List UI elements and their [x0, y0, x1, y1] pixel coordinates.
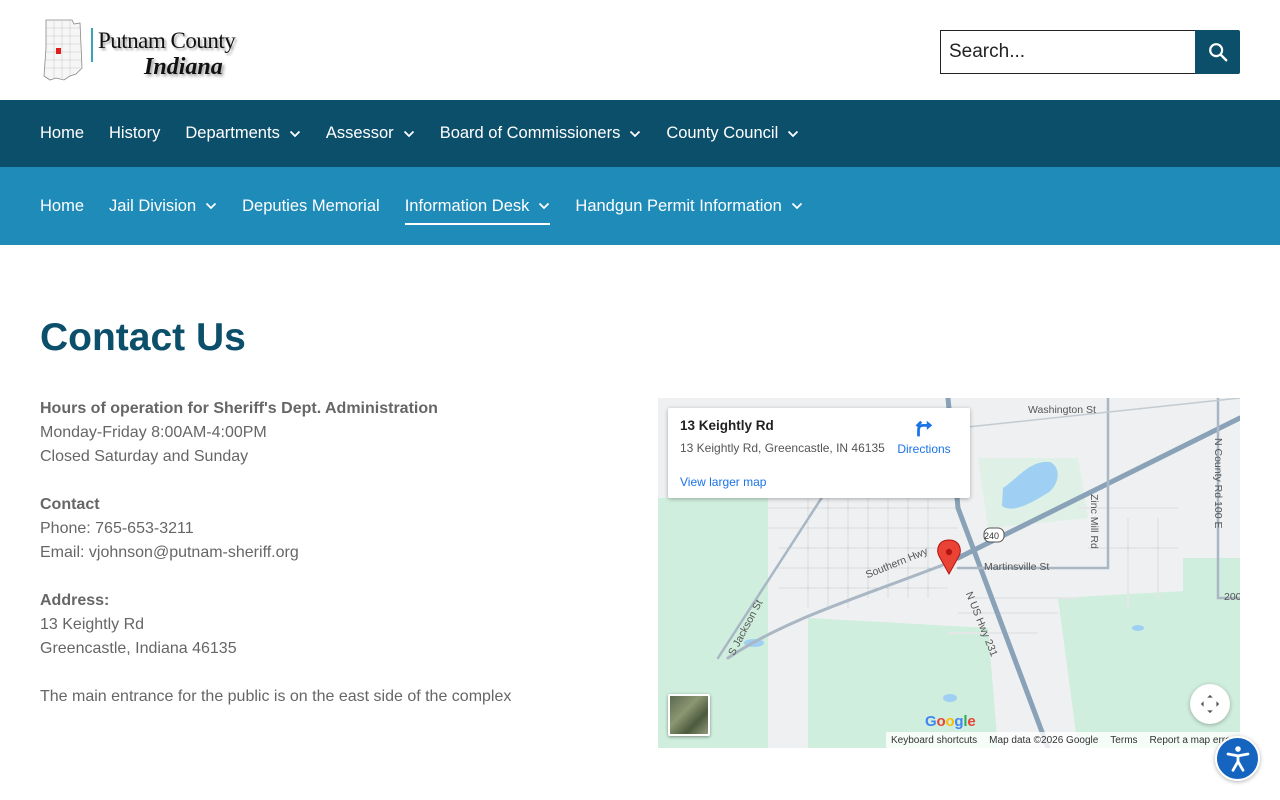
search-form [940, 30, 1240, 74]
nav_secondary-item-handgun-permit-information[interactable]: Handgun Permit Information [575, 191, 802, 221]
chevron-down-icon [538, 202, 550, 210]
entrance-note: The main entrance for the public is on t… [40, 688, 512, 705]
logo-divider [91, 28, 93, 62]
directions-button[interactable]: Directions [894, 418, 954, 456]
hours-weekend: Closed Saturday and Sunday [40, 448, 249, 465]
map-data-text: Map data ©2026 Google [989, 734, 1099, 746]
fullscreen-button[interactable] [1190, 684, 1230, 724]
keyboard-shortcuts-link[interactable]: Keyboard shortcuts [891, 735, 977, 746]
search-input[interactable] [940, 30, 1196, 74]
nav_primary-item-departments[interactable]: Departments [185, 119, 300, 149]
indiana-map-icon [43, 19, 83, 81]
satellite-toggle-button[interactable] [668, 694, 710, 736]
site-logo[interactable]: Putnam County Indiana [42, 16, 236, 84]
nav_primary-item-label: Assessor [325, 124, 394, 142]
county-rd-label: N County Rd 100 E [1212, 438, 1224, 529]
martinsville-st-label: Martinsville St [984, 561, 1050, 573]
nav_primary-item-label: Home [40, 124, 85, 142]
chevron-down-icon [205, 202, 217, 210]
primary-nav: Home History Departments Assessor Board of C… [0, 100, 1280, 167]
nav_secondary-item-label: Handgun Permit Information [575, 196, 782, 215]
nav_primary-item-county-council[interactable]: County Council [666, 119, 799, 149]
address-heading: Address: [40, 592, 110, 609]
chevron-down-icon [629, 130, 641, 138]
nav_primary-item-assessor[interactable]: Assessor [326, 119, 415, 149]
nav_secondary-item-label: Information Desk [404, 196, 530, 215]
nav_secondary-item-label: Home [40, 196, 85, 215]
chevron-down-icon [787, 130, 799, 138]
map-footer: Keyboard shortcuts Map data ©2026 Google… [886, 732, 1240, 748]
fullscreen-icon [1200, 694, 1220, 714]
nav_secondary-item-deputies-memorial[interactable]: Deputies Memorial [242, 191, 380, 221]
hours-heading: Hours of operation for Sheriff's Dept. A… [40, 400, 438, 417]
terms-link[interactable]: Terms [1110, 735, 1137, 746]
embedded-map[interactable]: 240 Washington St Martinsville St Southe… [658, 398, 1240, 748]
directions-icon [915, 420, 933, 437]
nav_primary-item-label: County Council [666, 124, 779, 142]
nav_secondary-item-label: Jail Division [109, 196, 197, 215]
search-button[interactable] [1195, 30, 1240, 74]
nav_secondary-item-jail-division[interactable]: Jail Division [109, 191, 217, 221]
nav_secondary-item-home[interactable]: Home [40, 191, 84, 221]
view-larger-map-link[interactable]: View larger map [680, 475, 766, 489]
nav_primary-item-label: Board of Commissioners [439, 124, 621, 142]
phone-text: Phone: 765-653-3211 [40, 520, 194, 537]
nav_primary-item-board-of-commissioners[interactable]: Board of Commissioners [440, 119, 642, 149]
map-info-card: 13 Keightly Rd 13 Keightly Rd, Greencast… [668, 408, 970, 498]
contact-heading: Contact [40, 496, 100, 513]
address-city: Greencastle, Indiana 46135 [40, 640, 237, 657]
washington-st-label: Washington St [1028, 404, 1096, 416]
chevron-down-icon [289, 130, 301, 138]
search-icon [1208, 43, 1227, 62]
chevron-down-icon [403, 130, 415, 138]
nav_primary-item-label: History [109, 124, 161, 142]
zinc-mill-rd-label: Zinc Mill Rd [1088, 494, 1100, 549]
email-text: Email: vjohnson@putnam-sheriff.org [40, 544, 299, 561]
chevron-down-icon [791, 202, 803, 210]
route-240-label: 240 [984, 531, 1000, 541]
google-logo: Google [925, 713, 976, 730]
contact-info: Hours of operation for Sheriff's Dept. A… [40, 397, 620, 709]
address-street: 13 Keightly Rd [40, 616, 145, 633]
accessibility-button[interactable] [1215, 736, 1260, 781]
nav_primary-item-label: Departments [185, 124, 280, 142]
secondary-nav: Home Jail Division Deputies Memorial Inform… [0, 167, 1280, 245]
site-header: Putnam County Indiana [0, 0, 1280, 100]
accessibility-icon [1226, 745, 1249, 772]
map-place-address: 13 Keightly Rd, Greencastle, IN 46135 [680, 441, 885, 455]
nav_secondary-item-information-desk[interactable]: Information Desk [404, 191, 551, 225]
page-title: Contact Us [40, 316, 246, 359]
logo-state-name: Indiana [144, 54, 223, 80]
logo-county-name: Putnam County [98, 28, 236, 53]
road-200-label: 200 [1224, 591, 1240, 603]
directions-label: Directions [897, 442, 951, 456]
nav_primary-item-history[interactable]: History [109, 119, 160, 149]
hours-weekdays: Monday-Friday 8:00AM-4:00PM [40, 424, 267, 441]
nav_secondary-item-label: Deputies Memorial [242, 196, 380, 215]
nav_primary-item-home[interactable]: Home [40, 119, 84, 149]
map-place-name: 13 Keightly Rd [680, 418, 774, 433]
